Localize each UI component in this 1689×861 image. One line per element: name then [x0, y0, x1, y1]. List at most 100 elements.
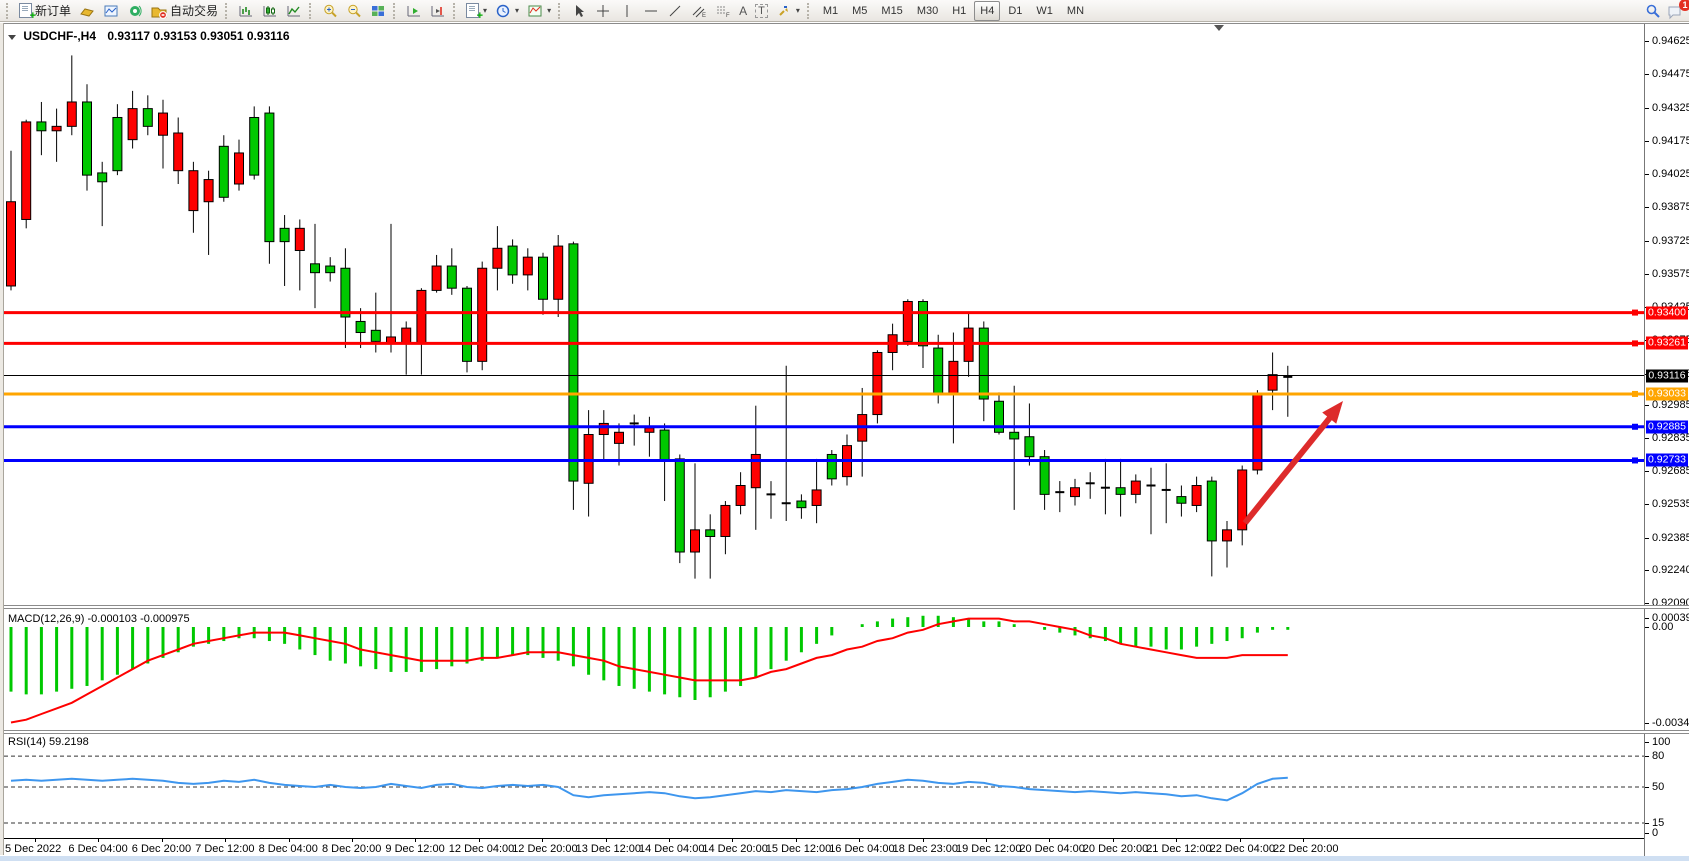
time-axis-label: 21 Dec 12:00: [1146, 843, 1211, 855]
time-tick-mark: [162, 839, 163, 842]
time-tick-mark: [1303, 839, 1304, 842]
rsi-label: RSI(14) 59.2198: [8, 736, 89, 748]
tick-mark: [1645, 241, 1649, 242]
period-button[interactable]: ▾: [491, 0, 523, 22]
tick-mark: [1645, 618, 1649, 619]
search-icon[interactable]: [1645, 3, 1661, 19]
price-tick: 0.92835: [1652, 432, 1689, 444]
pane-separator[interactable]: [4, 730, 1689, 734]
bar-chart-button[interactable]: [234, 0, 258, 22]
main-toolbar: + 新订单 自动交易 + ▾: [0, 0, 1689, 22]
timeframe-bar: M1M5M15M30H1H4D1W1MN: [816, 1, 1091, 21]
tick-mark: [1645, 742, 1649, 743]
time-axis-label: 9 Dec 12:00: [385, 843, 444, 855]
clock-icon: [495, 3, 511, 19]
timeframe-m30[interactable]: M30: [911, 1, 944, 21]
timeframe-m15[interactable]: M15: [875, 1, 908, 21]
crosshair-icon: [595, 3, 611, 19]
market-watch-button[interactable]: [75, 0, 99, 22]
notification-badge: 1: [1679, 0, 1689, 11]
chart-shift-marker[interactable]: [1214, 25, 1224, 31]
horizontal-line-button[interactable]: [639, 0, 663, 22]
timeframe-mn[interactable]: MN: [1061, 1, 1090, 21]
time-axis-label: 20 Dec 04:00: [1019, 843, 1084, 855]
rsi-axis-tick: 50: [1652, 781, 1664, 793]
cursor-button[interactable]: [567, 0, 591, 22]
vertical-line-icon: [619, 3, 635, 19]
trendline-icon: [667, 3, 683, 19]
text-label-button[interactable]: T: [751, 0, 772, 22]
line-chart-button[interactable]: [282, 0, 306, 22]
time-tick-mark: [796, 839, 797, 842]
price-tick: 0.94325: [1652, 102, 1689, 114]
chart-menu-icon[interactable]: [8, 35, 16, 40]
timeframe-d1[interactable]: D1: [1002, 1, 1028, 21]
timeframe-m5[interactable]: M5: [846, 1, 873, 21]
chart-shift-button[interactable]: [426, 0, 450, 22]
time-axis-label: 22 Dec 20:00: [1273, 843, 1338, 855]
tick-mark: [1645, 823, 1649, 824]
tick-mark: [1645, 538, 1649, 539]
toolbar-drag-handle[interactable]: [6, 3, 12, 19]
macd-values: -0.000103 -0.000975: [87, 613, 189, 625]
trendline-button[interactable]: [663, 0, 687, 22]
tick-mark: [1645, 723, 1649, 724]
chart-shift-icon: [430, 3, 446, 19]
zoom-out-button[interactable]: [342, 0, 366, 22]
auto-scroll-button[interactable]: [402, 0, 426, 22]
auto-trading-label: 自动交易: [170, 2, 218, 19]
data-window-button[interactable]: [99, 0, 123, 22]
macd-label: MACD(12,26,9) -0.000103 -0.000975: [8, 613, 190, 625]
timeframe-h1[interactable]: H1: [946, 1, 972, 21]
time-tick-mark: [923, 839, 924, 842]
time-axis-label: 20 Dec 20:00: [1083, 843, 1148, 855]
chart-symbol-period: USDCHF-,H4: [23, 29, 96, 43]
notifications-button[interactable]: 1: [1667, 3, 1685, 19]
price-tick: 0.93875: [1652, 201, 1689, 213]
price-tick: 0.92535: [1652, 498, 1689, 510]
channel-button[interactable]: E: [687, 0, 711, 22]
templates-button[interactable]: ▾: [523, 0, 555, 22]
price-pane[interactable]: [4, 24, 1644, 606]
time-tick-mark: [1113, 839, 1114, 842]
auto-trading-button[interactable]: 自动交易: [147, 0, 222, 22]
time-axis-label: 22 Dec 04:00: [1210, 843, 1275, 855]
time-axis[interactable]: 5 Dec 20226 Dec 04:006 Dec 20:007 Dec 12…: [4, 838, 1644, 858]
tick-mark: [1645, 274, 1649, 275]
price-tick: 0.92385: [1652, 532, 1689, 544]
pane-separator[interactable]: [4, 605, 1689, 609]
toolbar-separator: [807, 3, 813, 19]
chart-window[interactable]: USDCHF-,H4 0.93117 0.93153 0.93051 0.931…: [4, 23, 1689, 856]
toolbar-separator: [453, 3, 459, 19]
tick-mark: [1645, 438, 1649, 439]
candlestick-chart-button[interactable]: [258, 0, 282, 22]
rsi-value: 59.2198: [49, 736, 89, 748]
arrows-button[interactable]: ▾: [772, 0, 804, 22]
text-label-icon: T: [755, 4, 768, 18]
time-tick-mark: [35, 839, 36, 842]
tile-windows-button[interactable]: [366, 0, 390, 22]
fibonacci-icon: F: [715, 3, 731, 19]
new-chart-button[interactable]: + ▾: [462, 0, 491, 22]
time-axis-label: 8 Dec 20:00: [322, 843, 381, 855]
timeframe-w1[interactable]: W1: [1030, 1, 1059, 21]
timeframe-m1[interactable]: M1: [817, 1, 844, 21]
new-chart-icon: +: [466, 3, 479, 18]
tick-mark: [1645, 405, 1649, 406]
macd-pane[interactable]: [4, 610, 1644, 730]
zoom-in-button[interactable]: [318, 0, 342, 22]
crosshair-button[interactable]: [591, 0, 615, 22]
timeframe-h4[interactable]: H4: [974, 1, 1000, 21]
time-tick-mark: [415, 839, 416, 842]
tick-mark: [1645, 603, 1649, 604]
tick-mark: [1645, 471, 1649, 472]
vertical-line-button[interactable]: [615, 0, 639, 22]
price-tick: 0.93725: [1652, 235, 1689, 247]
fibonacci-button[interactable]: F: [711, 0, 735, 22]
text-button[interactable]: A: [735, 0, 751, 22]
price-tick: 0.94175: [1652, 135, 1689, 147]
rsi-pane[interactable]: [4, 734, 1644, 838]
navigator-button[interactable]: [123, 0, 147, 22]
time-tick-mark: [1176, 839, 1177, 842]
new-order-button[interactable]: + 新订单: [15, 0, 75, 22]
